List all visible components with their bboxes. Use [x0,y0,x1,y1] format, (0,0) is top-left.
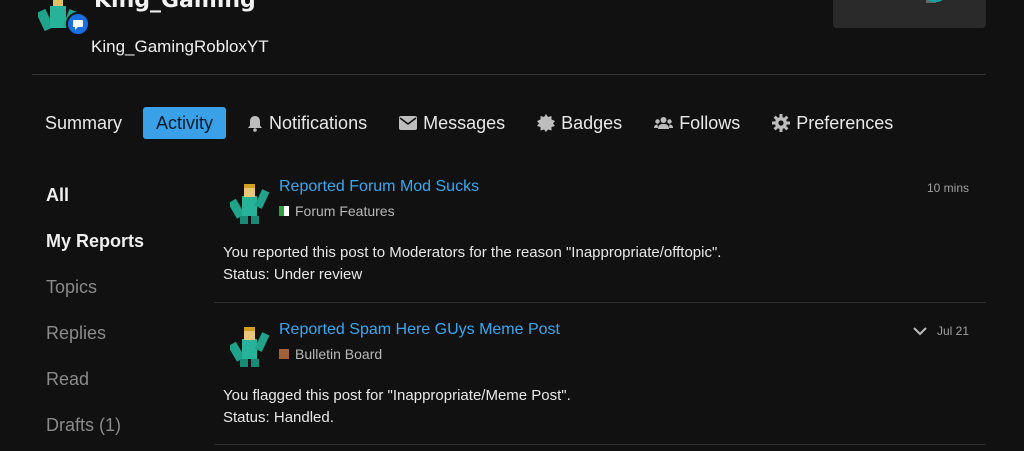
sidebar-item-all[interactable]: All [46,172,196,218]
post-body-reason: You reported this post to Moderators for… [223,244,722,261]
roblox-avatar-icon [228,184,270,224]
post-body-reason: You flagged this post for "Inappropriate… [223,387,571,404]
tab-preferences[interactable]: Preferences [761,107,904,139]
users-icon [654,117,674,129]
tab-label: Follows [679,112,741,133]
tab-label: Notifications [269,112,368,133]
category-label: Forum Features [295,203,395,219]
sidebar-item-topics[interactable]: Topics [46,264,196,310]
username: King_GamingRobloxYT [91,37,269,56]
post-body: You flagged this post for "Inappropriate… [223,385,571,429]
profile-header: King_Gaming King_GamingRobloxYT [0,0,1024,75]
tab-follows[interactable]: Follows [643,107,751,139]
post-avatar[interactable] [228,327,270,369]
header-action-button[interactable] [833,0,986,28]
tab-label: Activity [156,112,214,133]
tab-label: Summary [45,112,123,133]
tab-label: Badges [561,112,623,133]
sidebar-item-read[interactable]: Read [46,356,196,402]
chevron-down-icon[interactable] [913,326,927,336]
post-category[interactable]: Bulletin Board [279,346,382,362]
tab-label: Preferences [796,112,894,133]
envelope-icon [399,116,418,130]
display-name: King_Gaming [94,0,254,13]
post-category[interactable]: Forum Features [279,203,395,219]
post-time: 10 mins [926,181,969,195]
post-status: Status: Under review [223,266,363,283]
post-body: You reported this post to Moderators for… [223,242,721,286]
activity-item: Reported Spam Here GUys Meme Post Bullet… [214,303,986,445]
avatar[interactable] [38,0,90,44]
chat-badge-icon [66,12,90,36]
sidebar-item-replies[interactable]: Replies [46,310,196,356]
tab-badges[interactable]: Badges [526,107,633,139]
gear-icon [772,114,791,132]
tab-messages[interactable]: Messages [388,107,516,139]
bell-icon [248,115,263,132]
post-time-wrap: Jul 21 [913,324,969,338]
activity-sidebar: All My Reports Topics Replies Read Draft… [46,172,196,448]
post-status: Status: Handled. [223,409,334,426]
category-label: Bulletin Board [295,346,383,362]
tab-label: Messages [423,112,506,133]
sidebar-item-drafts[interactable]: Drafts (1) [46,402,196,448]
profile-nav: Summary Activity Notifications Messages … [34,107,914,139]
roblox-avatar-icon [228,327,270,367]
tab-notifications[interactable]: Notifications [236,107,378,139]
category-swatch-icon [279,349,289,359]
post-title-link[interactable]: Reported Spam Here GUys Meme Post [279,321,560,339]
header-divider [32,74,986,75]
tab-activity[interactable]: Activity [143,107,227,139]
activity-item: Reported Forum Mod Sucks Forum Features … [214,160,986,303]
sidebar-item-my-reports[interactable]: My Reports [46,218,196,264]
post-title-link[interactable]: Reported Forum Mod Sucks [279,178,479,196]
tab-summary[interactable]: Summary [34,107,133,139]
badge-icon [537,114,556,132]
post-avatar[interactable] [228,184,270,226]
category-swatch-icon [279,206,289,216]
post-time: Jul 21 [936,324,969,338]
